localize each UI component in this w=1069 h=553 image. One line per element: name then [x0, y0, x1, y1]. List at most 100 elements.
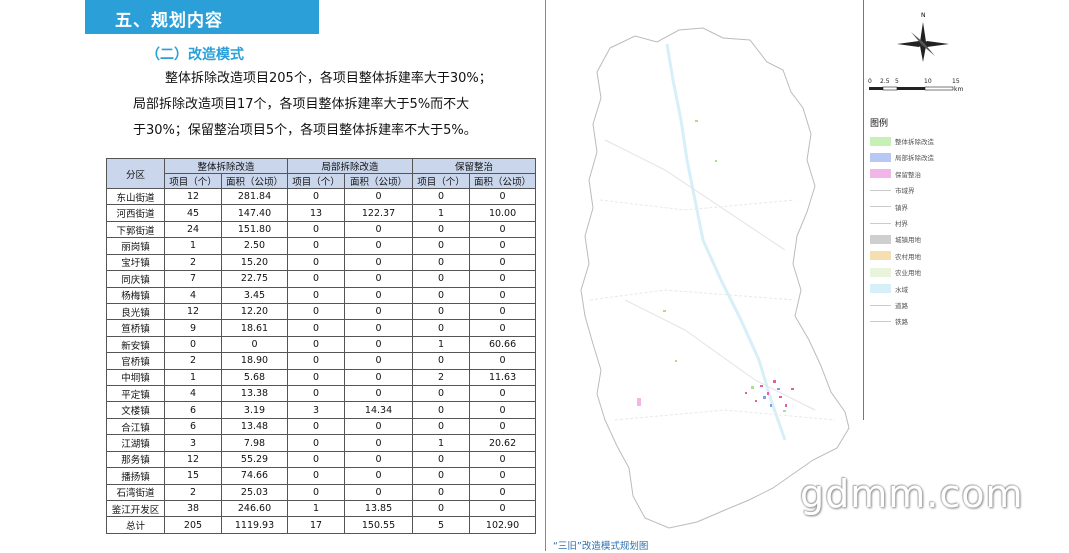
value-cell: 122.37: [344, 204, 414, 222]
value-cell: 0: [344, 286, 414, 304]
value-cell: 0: [220, 335, 289, 354]
legend-label: 城镇用地: [895, 236, 921, 245]
value-cell: 0: [412, 286, 471, 304]
district-cell: 鉴江开发区: [106, 500, 165, 518]
legend-item: 村界: [870, 218, 908, 228]
section-title: 五、规划内容: [115, 11, 223, 31]
value-cell: 0: [469, 270, 537, 288]
legend-item: 城镇用地: [870, 234, 921, 244]
map-divider: [863, 0, 864, 420]
value-cell: 17: [287, 516, 346, 534]
value-cell: 1: [412, 335, 471, 354]
district-cell: 河西街道: [106, 204, 165, 222]
table-row: 丽岗镇 1 2.50 0 0 0 0: [106, 237, 537, 255]
district-cell: 杨梅镇: [106, 286, 165, 304]
value-cell: 0: [287, 467, 346, 485]
summary-line-1: 整体拆除改造项目205个，各项目整体拆建率大于30%；: [165, 71, 492, 86]
district-cell: 丽岗镇: [106, 237, 165, 255]
district-cell: 石湾街道: [106, 483, 165, 502]
legend-item: 市域界: [870, 185, 915, 195]
value-cell: 0: [469, 187, 537, 206]
table-row: 播扬镇 15 74.66 0 0 0 0: [106, 467, 537, 485]
legend-label: 道路: [895, 302, 908, 310]
subsection-title: （二）改造模式: [146, 47, 244, 63]
river: [665, 43, 787, 441]
legend-title: 图例: [870, 119, 889, 129]
legend-swatch: [870, 189, 891, 191]
value-cell: 2: [412, 368, 471, 387]
value-cell: 1: [412, 204, 471, 222]
value-cell: 12: [164, 302, 222, 321]
value-cell: 0: [344, 467, 414, 485]
district-cell: 同庆镇: [106, 270, 165, 288]
table-row: 良光镇 12 12.20 0 0 0 0: [106, 302, 537, 321]
legend-item: 保留整治: [870, 169, 921, 179]
map-drawing: [580, 27, 850, 529]
value-cell: 18.90: [220, 352, 289, 370]
value-cell: 10.00: [469, 204, 537, 222]
value-cell: 7.98: [220, 434, 289, 452]
value-cell: 3.45: [220, 286, 289, 304]
value-cell: 15.20: [220, 253, 289, 272]
table-row: 石湾街道 2 25.03 0 0 0 0: [106, 483, 537, 502]
value-cell: 1: [164, 368, 222, 387]
value-cell: 1: [412, 434, 471, 452]
header-group-partial: 局部拆除改造: [287, 158, 414, 174]
value-cell: 22.75: [220, 270, 289, 288]
value-cell: 0: [287, 385, 346, 403]
district-cell: 下郭街道: [106, 220, 165, 239]
district-cell: 文楼镇: [106, 401, 165, 419]
legend-swatch: [870, 267, 891, 277]
table-row: 合江镇 6 13.48 0 0 0 0: [106, 417, 537, 436]
value-cell: 25.03: [220, 483, 289, 502]
table-row: 官桥镇 2 18.90 0 0 0 0: [106, 352, 537, 370]
scale-label: 0: [868, 78, 872, 85]
value-cell: 0: [287, 352, 346, 370]
value-cell: 205: [164, 516, 222, 534]
legend-swatch: [870, 234, 891, 244]
legend-item: 水域: [870, 284, 908, 294]
value-cell: 147.40: [220, 204, 289, 222]
value-cell: 0: [469, 385, 537, 403]
header-count: 项目（个）: [287, 173, 346, 189]
summary-paragraph: 整体拆除改造项目205个，各项目整体拆建率大于30%； 局部拆除改造项目17个，…: [133, 66, 553, 144]
value-cell: 0: [287, 237, 346, 255]
north-label: N: [921, 12, 926, 19]
value-cell: 60.66: [469, 335, 537, 354]
table-total-row: 总计 205 1119.93 17 150.55 5 102.90: [106, 516, 537, 534]
value-cell: 0: [344, 417, 414, 436]
value-cell: 0: [287, 417, 346, 436]
value-cell: 0: [344, 335, 414, 354]
value-cell: 7: [164, 270, 222, 288]
scale-label: 15: [952, 78, 960, 85]
summary-line-3: 于30%；保留整治项目5个，各项目整体拆建率不大于5%。: [133, 123, 477, 138]
value-cell: 4: [164, 286, 222, 304]
value-cell: 0: [469, 319, 537, 337]
district-cell: 总计: [106, 516, 165, 534]
north-arrow-icon: N: [897, 12, 949, 62]
project-patch: [637, 398, 641, 406]
value-cell: 0: [287, 286, 346, 304]
value-cell: 6: [164, 417, 222, 436]
value-cell: 0: [412, 270, 471, 288]
value-cell: 18.61: [220, 319, 289, 337]
value-cell: 6: [164, 401, 222, 419]
header-count: 项目（个）: [164, 173, 222, 189]
legend-swatch: [870, 206, 891, 208]
value-cell: 0: [344, 319, 414, 337]
value-cell: 3: [164, 434, 222, 452]
value-cell: 0: [287, 450, 346, 469]
value-cell: 0: [469, 237, 537, 255]
value-cell: 13: [287, 204, 346, 222]
table-row: 笪桥镇 9 18.61 0 0 0 0: [106, 319, 537, 337]
legend-label: 市域界: [895, 187, 915, 196]
scale-label: 2.5: [880, 78, 890, 85]
value-cell: 1119.93: [220, 516, 289, 534]
header-group-retain: 保留整治: [412, 158, 537, 174]
table-row: 鉴江开发区 38 246.60 1 13.85 0 0: [106, 500, 537, 518]
value-cell: 0: [287, 335, 346, 354]
legend-swatch: [870, 251, 891, 261]
value-cell: 12: [164, 450, 222, 469]
value-cell: 0: [412, 302, 471, 321]
table-row: 宝圩镇 2 15.20 0 0 0 0: [106, 253, 537, 272]
